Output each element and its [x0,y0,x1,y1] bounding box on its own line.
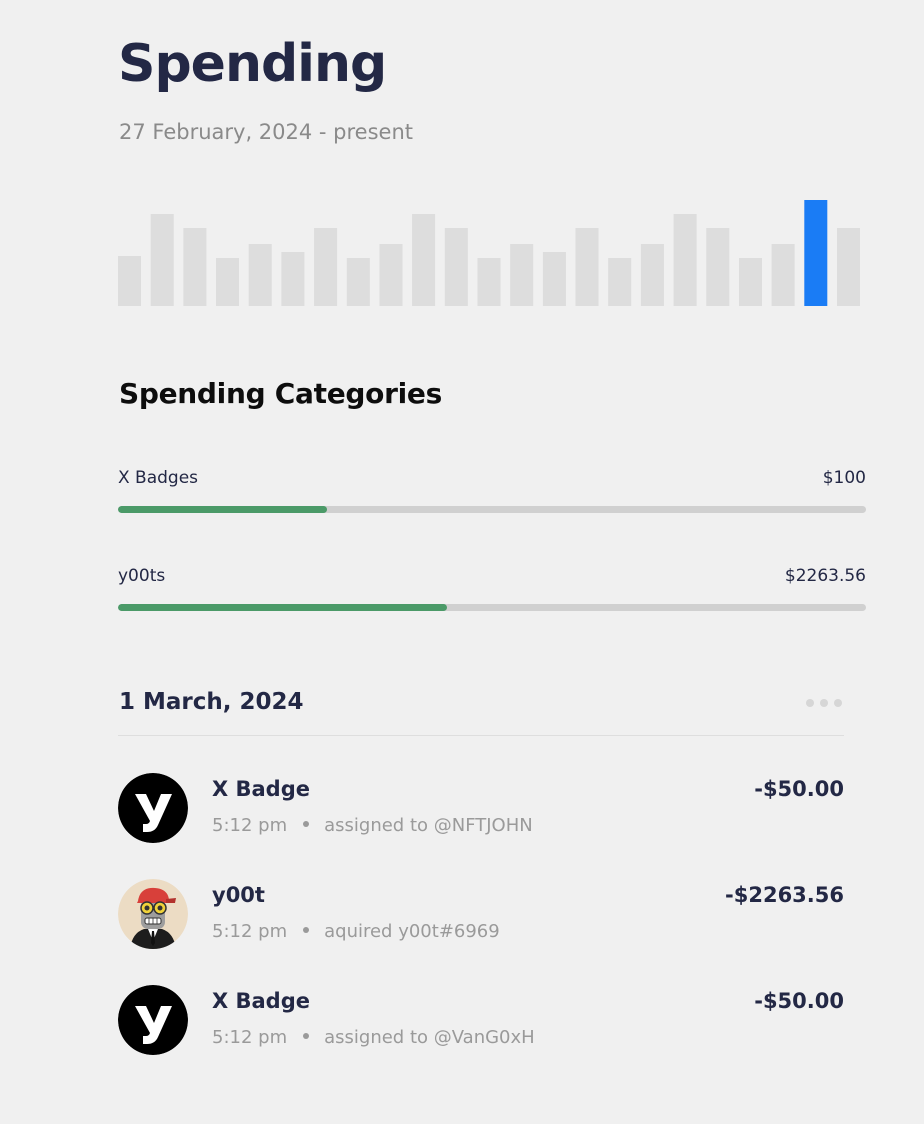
transaction-time: 5:12 pm [212,921,288,942]
more-options-icon[interactable] [806,696,846,710]
divider [118,735,844,736]
chart-bar[interactable] [281,252,305,306]
chart-bar[interactable] [444,228,468,306]
more-dot-icon [806,699,814,707]
transaction-amount: -$2263.56 [725,883,844,907]
category-progress-track [118,604,866,611]
transaction-meta: 5:12 pm assigned to @VanG0xH [212,1026,535,1050]
separator-dot-icon [303,927,310,933]
more-dot-icon [820,699,828,707]
category-progress-fill [118,506,328,513]
chart-bar[interactable] [346,258,370,306]
chart-bar[interactable] [510,244,534,306]
chart-bar[interactable] [248,244,272,306]
chart-bar[interactable] [412,214,436,306]
transaction-meta: 5:12 pm assigned to @NFTJOHN [212,814,533,838]
chart-bar[interactable] [379,244,403,306]
chart-bar[interactable] [608,258,632,306]
transaction-meta: 5:12 pm aquired y00t#6969 [212,920,500,944]
page-title: Spending [118,34,387,94]
transaction-amount: -$50.00 [754,989,844,1013]
transaction-title: X Badge [212,989,310,1013]
separator-dot-icon [303,821,310,827]
chart-bar[interactable] [640,244,664,306]
category-amount: $100 [822,468,866,488]
spending-bar-chart [118,170,860,306]
category-progress-track [118,506,866,513]
transaction-title: X Badge [212,777,310,801]
y-logo-icon [118,773,188,843]
chart-bar[interactable] [216,258,239,306]
y-logo-icon [118,985,188,1055]
chart-bar[interactable] [771,244,795,306]
transaction-row[interactable]: X Badge -$50.00 5:12 pm assigned to @NFTJ… [118,773,844,845]
chart-bar[interactable] [118,256,141,306]
spending-categories-title: Spending Categories [119,377,442,410]
transaction-row[interactable]: y00t -$2263.56 5:12 pm aquired y00t#6969 [118,879,844,951]
chart-bar[interactable] [477,258,501,306]
date-range: 27 February, 2024 - present [119,120,413,144]
chart-bar[interactable] [575,228,599,306]
transaction-row[interactable]: X Badge -$50.00 5:12 pm assigned to @VanG… [118,985,844,1057]
transaction-title: y00t [212,883,265,907]
category-label: X Badges [118,468,199,488]
chart-bar[interactable] [314,228,338,306]
chart-bar[interactable] [150,214,174,306]
chart-bar[interactable] [837,228,860,306]
transaction-detail: aquired y00t#6969 [324,921,500,942]
activity-date-header: 1 March, 2024 [119,689,304,715]
chart-bar-highlighted[interactable] [804,200,828,306]
transaction-detail: assigned to @VanG0xH [324,1027,535,1048]
transaction-time: 5:12 pm [212,815,288,836]
chart-bar[interactable] [542,252,566,306]
chart-bar[interactable] [183,228,207,306]
transaction-amount: -$50.00 [754,777,844,801]
category-progress-fill [118,604,448,611]
transaction-detail: assigned to @NFTJOHN [324,815,533,836]
spending-bar-chart-svg [118,200,860,306]
chart-bar[interactable] [673,214,697,306]
transaction-time: 5:12 pm [212,1027,288,1048]
category-label: y00ts [118,566,166,586]
chart-bar[interactable] [739,258,762,306]
separator-dot-icon [303,1033,310,1039]
y00t-avatar-icon [118,879,188,949]
more-dot-icon [834,699,842,707]
category-amount: $2263.56 [784,566,866,586]
chart-bar[interactable] [706,228,730,306]
